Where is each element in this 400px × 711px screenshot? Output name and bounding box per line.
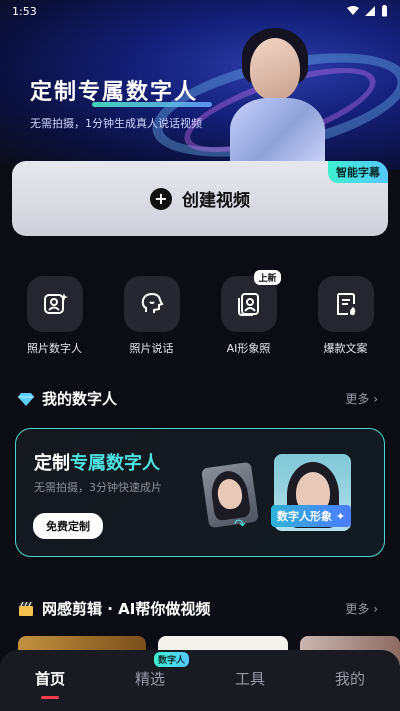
tool-label: 照片说话 — [129, 342, 174, 355]
more-label: 更多 — [345, 392, 370, 406]
tab-featured[interactable]: 精选 数字人 — [110, 652, 190, 689]
digital-human-tab-badge: 数字人 — [154, 652, 190, 667]
create-video-button[interactable]: + 创建视频 智能字幕 — [12, 161, 388, 236]
tool-ai-portrait[interactable]: 上新 AI形象照 — [204, 270, 294, 356]
chevron-right-icon: › — [373, 392, 378, 406]
tool-hot-copywriting[interactable]: 爆款文案 — [301, 276, 391, 356]
new-badge: 上新 — [254, 270, 281, 285]
create-video-label: 创建视频 — [182, 191, 250, 211]
free-customize-button[interactable]: 免费定制 — [33, 513, 103, 539]
custom-digital-human-card[interactable]: 定制专属数字人 无需拍摄，3分钟快速成片 免费定制 ↷ 数字人形象 ✦ — [15, 428, 385, 557]
tool-label: 照片数字人 — [27, 342, 82, 355]
battery-icon — [382, 5, 387, 17]
ai-portrait-icon: 上新 — [220, 270, 281, 332]
editing-section-title: 网感剪辑 · AI帮你做视频 — [42, 600, 211, 618]
tab-label: 精选 — [134, 670, 165, 688]
smart-subtitle-badge: 智能字幕 — [328, 161, 388, 183]
tab-mine[interactable]: 我的 — [310, 668, 390, 689]
chevron-right-icon: › — [373, 602, 378, 616]
tab-label: 首页 — [34, 670, 65, 688]
sparkle-icon: ✦ — [335, 510, 346, 523]
digital-avatar-tag-label: 数字人形象 — [277, 510, 332, 523]
digital-avatar-tag: 数字人形象 ✦ — [271, 505, 352, 527]
wifi-icon — [347, 6, 359, 15]
arrow-icon: ↷ — [234, 517, 246, 533]
status-bar: 1:53 — [0, 0, 400, 22]
custom-card-title: 定制专属数字人 — [34, 449, 160, 475]
hero-subtitle: 无需拍摄，1分钟生成真人说话视频 — [30, 117, 202, 130]
editing-section-header: 网感剪辑 · AI帮你做视频 — [18, 598, 210, 619]
clapperboard-icon — [19, 601, 33, 616]
tab-label: 我的 — [334, 670, 365, 688]
title-prefix: 定制 — [34, 453, 70, 474]
talking-head-icon — [123, 276, 180, 332]
tool-label: AI形象照 — [226, 342, 271, 355]
editing-more-link[interactable]: 更多 › — [345, 600, 378, 617]
bottom-tab-bar: 首页 精选 数字人 工具 我的 — [0, 650, 400, 711]
signal-icon — [365, 6, 375, 16]
more-label: 更多 — [345, 602, 370, 616]
tool-photo-digital-human[interactable]: 照片数字人 — [10, 276, 100, 356]
my-digital-human-title: 我的数字人 — [42, 390, 118, 408]
photo-person-icon — [26, 276, 83, 332]
plus-icon: + — [150, 187, 172, 210]
hero-title: 定制专属数字人 — [30, 80, 199, 105]
status-time: 1:53 — [12, 4, 37, 18]
tool-grid: 照片数字人 照片说话 上新 AI形象照 爆款文案 — [0, 270, 400, 356]
hero-banner[interactable]: 定制专属数字人 无需拍摄，1分钟生成真人说话视频 — [0, 0, 400, 170]
tab-tools[interactable]: 工具 — [210, 668, 290, 689]
tab-home[interactable]: 首页 — [10, 668, 90, 699]
status-icons — [347, 5, 388, 17]
custom-card-subtitle: 无需拍摄，3分钟快速成片 — [34, 481, 162, 494]
tool-label: 爆款文案 — [323, 342, 368, 355]
title-highlight: 专属数字人 — [70, 453, 160, 474]
hero-digital-human-image — [220, 20, 330, 170]
hot-copy-icon — [317, 276, 374, 332]
my-digital-more-link[interactable]: 更多 › — [345, 390, 378, 407]
active-tab-indicator — [41, 696, 59, 699]
diamond-icon — [18, 392, 34, 406]
tool-photo-talk[interactable]: 照片说话 — [107, 276, 197, 356]
tab-label: 工具 — [234, 670, 265, 688]
source-photo-image — [201, 461, 259, 529]
my-digital-human-header: 我的数字人 — [18, 388, 117, 409]
